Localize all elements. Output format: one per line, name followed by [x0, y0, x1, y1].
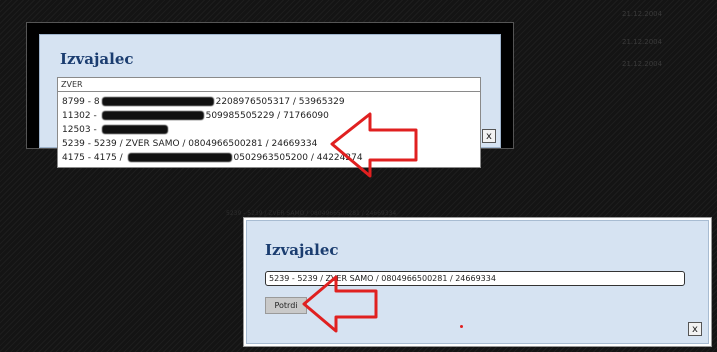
arrow-left-icon [330, 112, 418, 178]
close-button[interactable]: x [688, 322, 702, 336]
redaction [127, 153, 232, 162]
confirm-button[interactable]: Potrdi [265, 297, 307, 314]
redaction [101, 97, 214, 106]
red-dot [460, 325, 463, 328]
list-item[interactable]: 4175 - 4175 / 0502963505200 / 44224274 [62, 153, 363, 163]
search-input[interactable]: ZVER [57, 77, 481, 92]
arrow-left-icon [302, 275, 378, 333]
close-button[interactable]: x [482, 129, 496, 143]
background-date: 21.12.2004 [622, 60, 663, 68]
redaction [101, 111, 204, 120]
list-item[interactable]: 8799 - 8 2208976505317 / 53965329 [62, 97, 345, 107]
list-item-selected[interactable]: 5239 - 5239 / ZVER SAMO / 0804966500281 … [62, 139, 317, 149]
redaction [101, 125, 168, 134]
list-item[interactable]: 11302 - 509985505229 / 71766090 [62, 111, 329, 121]
background-table: 21.12.2004 21.12.2004 21.12.2004 [600, 0, 717, 80]
background-text: 5239 - 5239 / ZVER SAMO / 0804966500281 … [226, 210, 397, 217]
dialog-title: Izvajalec [265, 241, 339, 259]
list-item[interactable]: 12503 - [62, 125, 170, 135]
background-date: 21.12.2004 [622, 10, 663, 18]
dialog-title: Izvajalec [60, 50, 134, 68]
background-date: 21.12.2004 [622, 38, 663, 46]
